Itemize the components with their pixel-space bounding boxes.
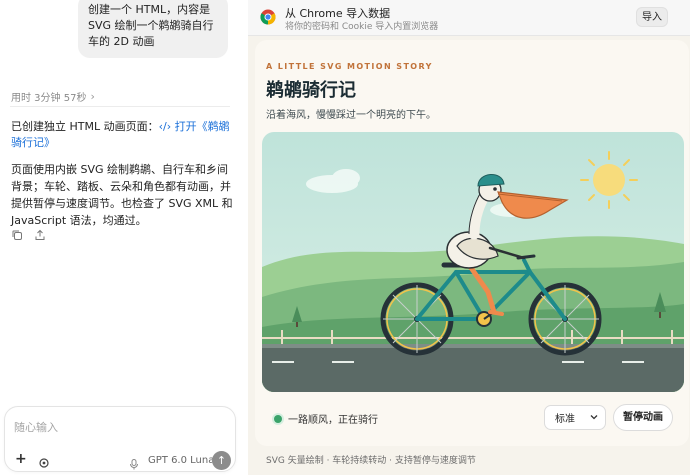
share-icon[interactable] (34, 229, 46, 241)
speed-select[interactable]: 标准 (544, 405, 606, 430)
composer: 随心输入 + GPT 6.0 Luna ↑ (4, 406, 236, 472)
mic-icon[interactable] (129, 455, 139, 470)
chevron-right-icon: › (90, 90, 95, 103)
created-prefix: 已创建独立 HTML 动画页面： (11, 120, 159, 133)
user-message-bubble: 创建一个 HTML，内容是 SVG 绘制一个鹈鹕骑自行车的 2D 动画 (78, 0, 228, 58)
status-indicator: 一路顺风，正在骑行 (274, 411, 378, 426)
animation-scene (262, 132, 684, 392)
arrow-up-icon[interactable]: ↑ (212, 451, 231, 470)
road (262, 346, 684, 392)
status-dot (274, 414, 282, 423)
elapsed-time-label: 用时 3分钟 57秒 (11, 93, 87, 104)
import-banner: 从 Chrome 导入数据 将你的密码和 Cookie 导入内置浏览器 导入 (248, 0, 690, 36)
assistant-created-line: 已创建独立 HTML 动画页面：‹/› 打开《鹈鹕骑行记》 (11, 119, 236, 151)
import-button[interactable]: 导入 (636, 7, 668, 27)
import-subtitle: 将你的密码和 Cookie 导入内置浏览器 (285, 22, 439, 32)
status-text: 一路顺风，正在骑行 (288, 415, 378, 426)
story-subtitle: 沿着海风，慢慢踩过一个明亮的下午。 (266, 110, 436, 121)
chat-pane: 创建一个 HTML，内容是 SVG 绘制一个鹈鹕骑自行车的 2D 动画 用时 3… (0, 0, 248, 475)
preview-pane: 从 Chrome 导入数据 将你的密码和 Cookie 导入内置浏览器 导入 A… (248, 0, 690, 475)
assistant-summary: 页面使用内嵌 SVG 绘制鹈鹕、自行车和乡间背景；车轮、踏板、云朵和角色都有动画… (11, 163, 233, 227)
divider (10, 106, 230, 107)
elapsed-time-toggle[interactable]: 用时 3分钟 57秒 › (11, 89, 95, 104)
copy-icon[interactable] (11, 229, 23, 241)
plus-icon[interactable]: + (15, 451, 27, 467)
settings-icon[interactable] (38, 454, 50, 468)
footnote: SVG 矢量绘制 · 车轮持续转动 · 支持暂停与速度调节 (266, 456, 476, 466)
speed-select-value: 标准 (555, 414, 575, 425)
message-actions (11, 229, 46, 241)
story-title: 鹈鹕骑行记 (266, 80, 356, 101)
model-selector[interactable]: GPT 6.0 Luna (148, 455, 214, 466)
story-card: A LITTLE SVG MOTION STORY 鹈鹕骑行记 沿着海风，慢慢踩… (255, 40, 689, 446)
composer-input[interactable]: 随心输入 (14, 419, 58, 435)
pause-animation-button[interactable]: 暂停动画 (613, 404, 673, 431)
chrome-icon (260, 9, 276, 25)
story-kicker: A LITTLE SVG MOTION STORY (266, 62, 433, 71)
chevron-down-icon (590, 412, 598, 423)
